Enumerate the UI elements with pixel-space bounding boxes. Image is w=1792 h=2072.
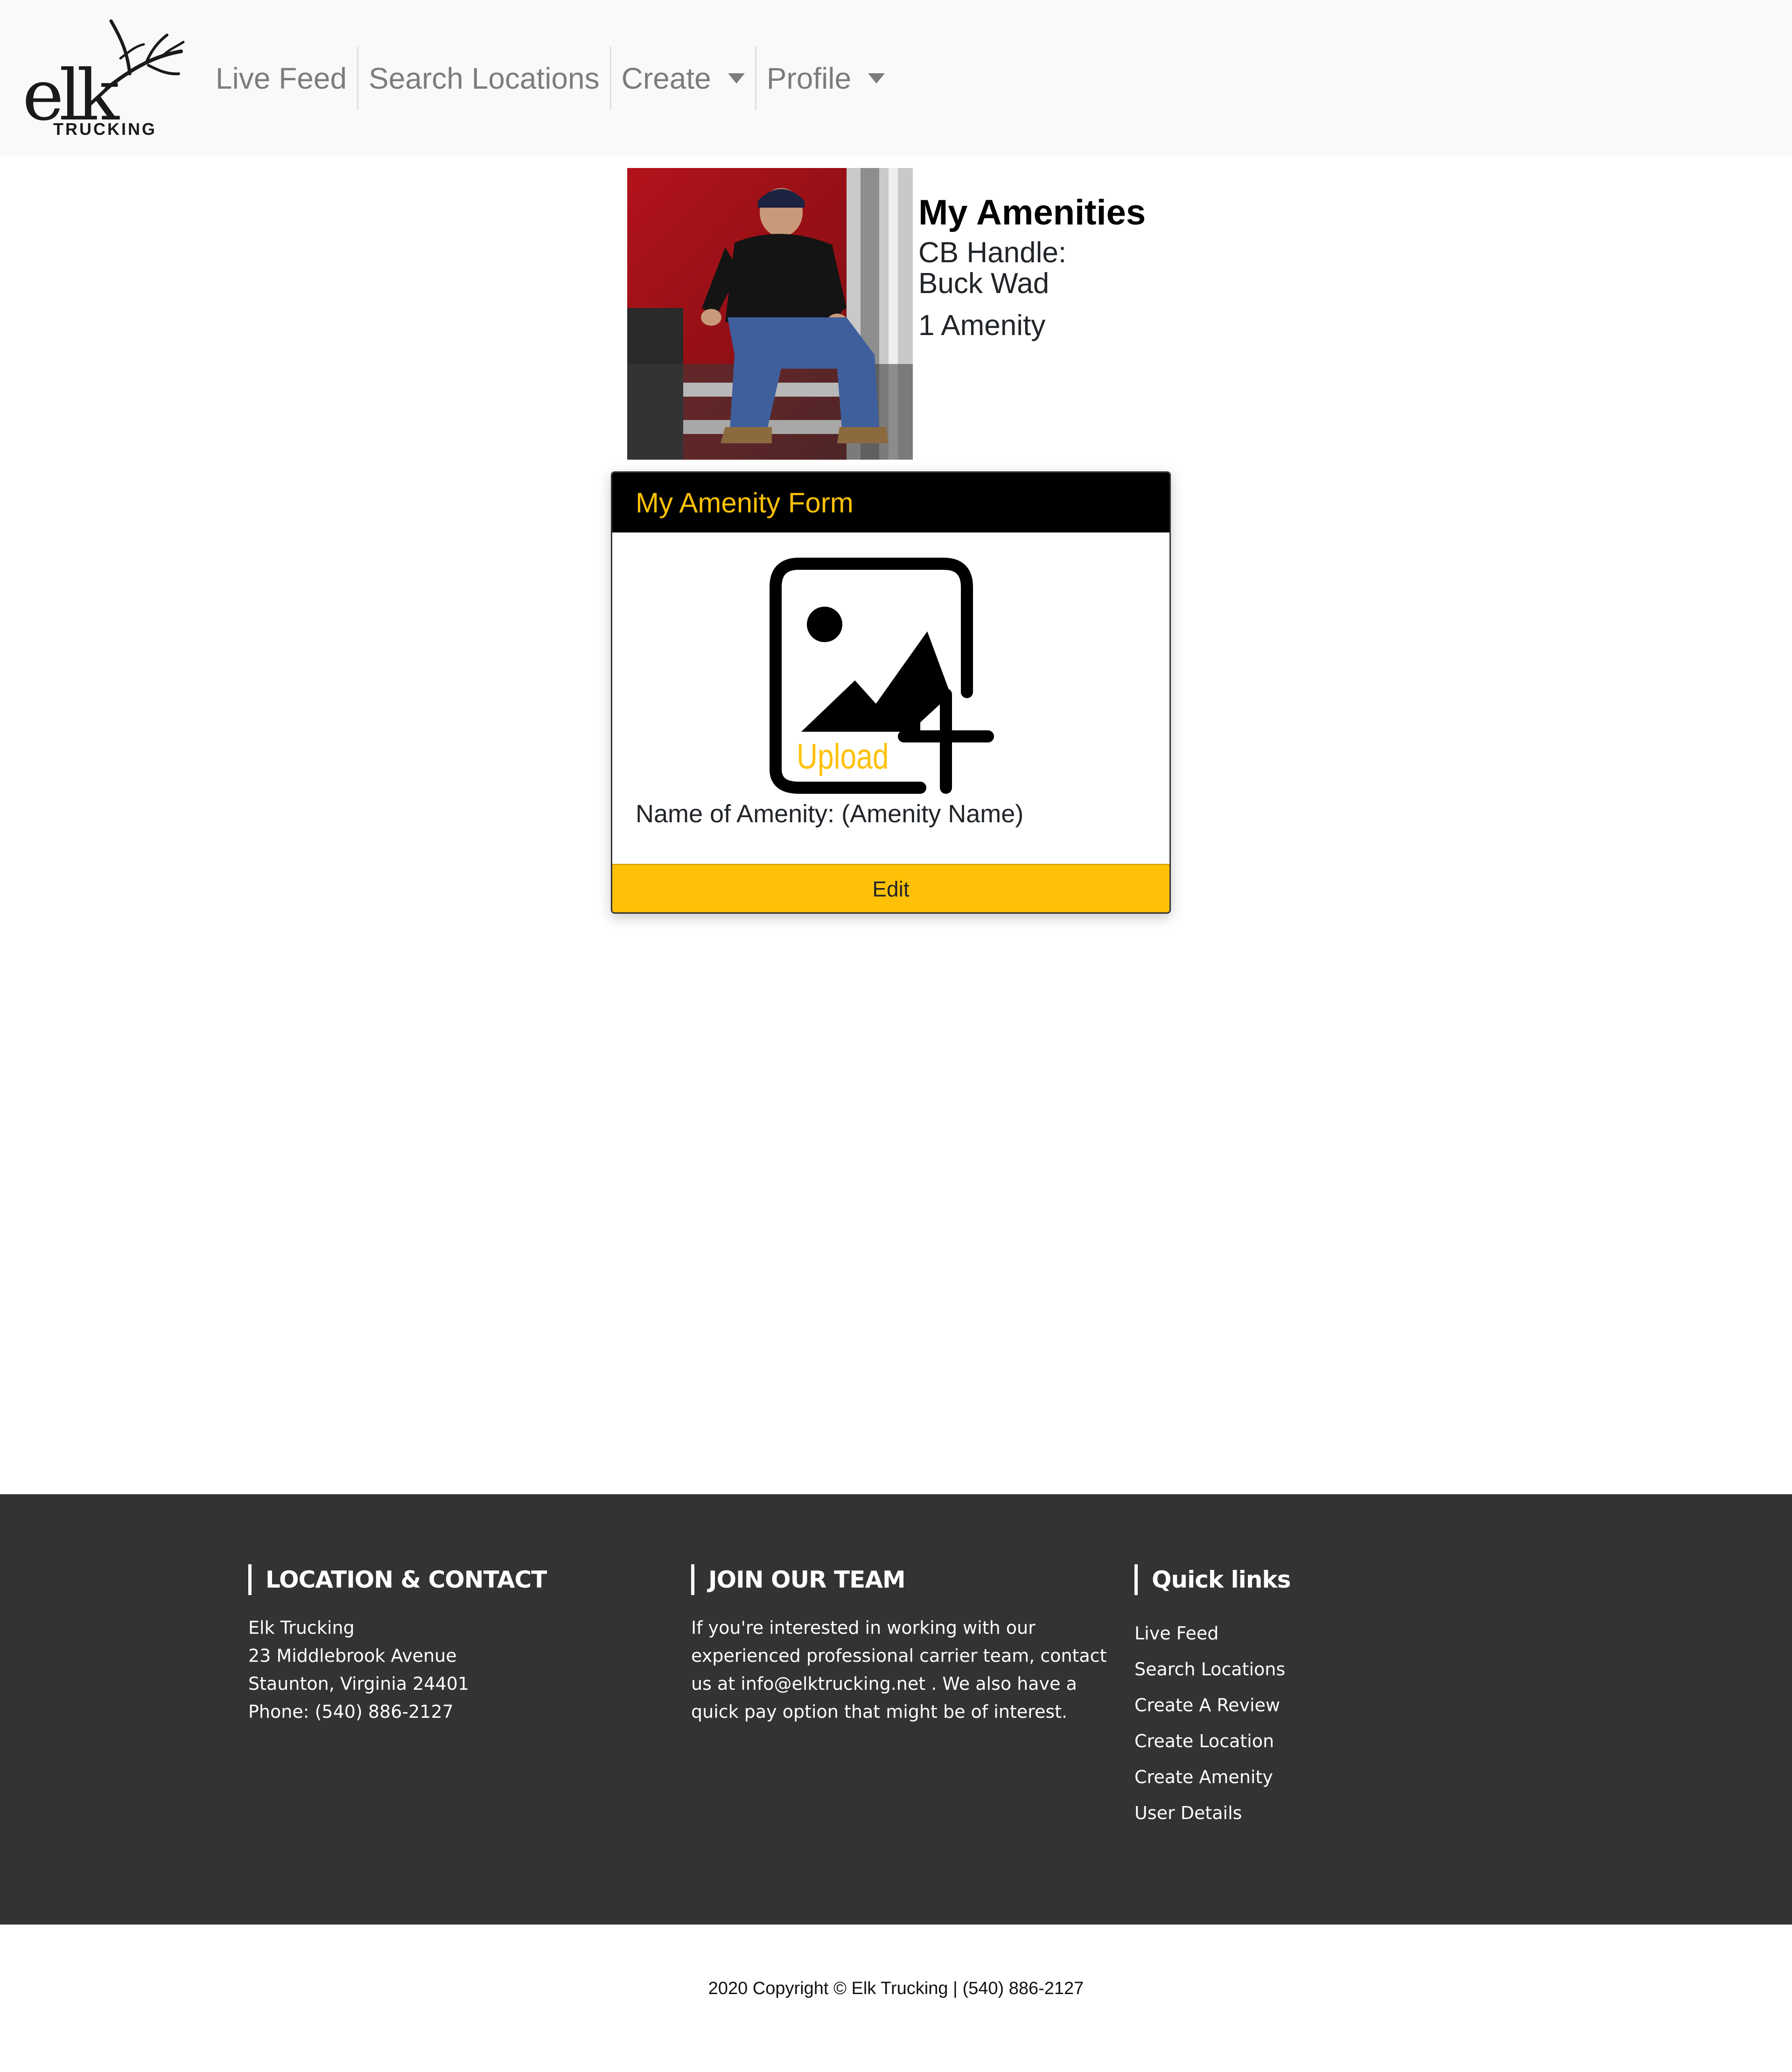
elk-trucking-logo[interactable]: elk TRUCKING bbox=[22, 19, 185, 139]
card-title: My Amenity Form bbox=[636, 487, 854, 518]
quick-link-live-feed[interactable]: Live Feed bbox=[1134, 1616, 1290, 1652]
cb-handle-value: Buck Wad bbox=[918, 267, 1050, 300]
quick-link-create-review[interactable]: Create A Review bbox=[1134, 1687, 1290, 1723]
upload-image-button[interactable]: Upload bbox=[766, 554, 1018, 797]
profile-info: My Amenities CB Handle: Buck Wad 1 Ameni… bbox=[918, 191, 1146, 341]
join-line: quick pay option that might be of intere… bbox=[691, 1701, 1068, 1722]
quick-link-search-locations[interactable]: Search Locations bbox=[1134, 1652, 1290, 1687]
logo-tagline: TRUCKING bbox=[53, 119, 157, 139]
footer-location-contact: LOCATION & CONTACT Elk Trucking 23 Middl… bbox=[248, 1564, 547, 1726]
footer-join-team: JOIN OUR TEAM If you're interested in wo… bbox=[691, 1564, 1106, 1726]
footer-quick-links-heading: Quick links bbox=[1134, 1564, 1291, 1595]
nav-profile-label: Profile bbox=[766, 62, 852, 95]
footer-join-text: If you're interested in working with our… bbox=[691, 1614, 1106, 1726]
caret-down-icon bbox=[868, 73, 885, 84]
phone-number: Phone: (540) 886-2127 bbox=[248, 1701, 454, 1722]
page-title: My Amenities bbox=[918, 193, 1146, 232]
card-header: My Amenity Form bbox=[612, 473, 1169, 532]
quick-links-list: Live Feed Search Locations Create A Revi… bbox=[1134, 1616, 1290, 1831]
nav-live-feed[interactable]: Live Feed bbox=[205, 47, 359, 110]
quick-link-create-amenity[interactable]: Create Amenity bbox=[1134, 1759, 1290, 1795]
navbar: elk TRUCKING Live Feed Search Locations … bbox=[0, 0, 1792, 156]
city-state-zip: Staunton, Virginia 24401 bbox=[248, 1673, 469, 1694]
nav-profile-dropdown[interactable]: Profile bbox=[756, 47, 895, 110]
nav-create-dropdown[interactable]: Create bbox=[611, 47, 756, 110]
nav-search-locations-label: Search Locations bbox=[369, 62, 600, 95]
upload-label: Upload bbox=[797, 737, 889, 777]
nav-search-locations[interactable]: Search Locations bbox=[358, 47, 611, 110]
street-address: 23 Middlebrook Avenue bbox=[248, 1645, 457, 1666]
edit-button[interactable]: Edit bbox=[612, 864, 1169, 912]
footer-join-heading: JOIN OUR TEAM bbox=[691, 1564, 1106, 1595]
join-line: us at info@elktrucking.net . We also hav… bbox=[691, 1673, 1077, 1694]
join-line: experienced professional carrier team, c… bbox=[691, 1645, 1107, 1666]
amenity-form-card: My Amenity Form Upload Name of Amenity: … bbox=[611, 471, 1171, 914]
caret-down-icon bbox=[728, 73, 745, 84]
main-nav: Live Feed Search Locations Create Profil… bbox=[205, 47, 895, 110]
amenity-count: 1 Amenity bbox=[918, 309, 1046, 342]
join-line: If you're interested in working with our bbox=[691, 1617, 1036, 1638]
quick-link-create-location[interactable]: Create Location bbox=[1134, 1723, 1290, 1759]
company-name: Elk Trucking bbox=[248, 1617, 355, 1638]
footer-quick-links: Quick links Live Feed Search Locations C… bbox=[1134, 1564, 1291, 1831]
amenity-name-text: Name of Amenity: (Amenity Name) bbox=[636, 800, 1024, 828]
quick-link-user-details[interactable]: User Details bbox=[1134, 1795, 1290, 1831]
cb-handle-label: CB Handle: bbox=[918, 237, 1067, 269]
footer-location-text: Elk Trucking 23 Middlebrook Avenue Staun… bbox=[248, 1614, 546, 1726]
nav-create-label: Create bbox=[621, 62, 711, 95]
footer-location-heading: LOCATION & CONTACT bbox=[248, 1564, 547, 1595]
footer: LOCATION & CONTACT Elk Trucking 23 Middl… bbox=[0, 1494, 1792, 1925]
nav-live-feed-label: Live Feed bbox=[216, 62, 347, 95]
copyright: 2020 Copyright © Elk Trucking | (540) 88… bbox=[708, 1979, 1084, 1998]
profile-photo bbox=[627, 168, 913, 460]
